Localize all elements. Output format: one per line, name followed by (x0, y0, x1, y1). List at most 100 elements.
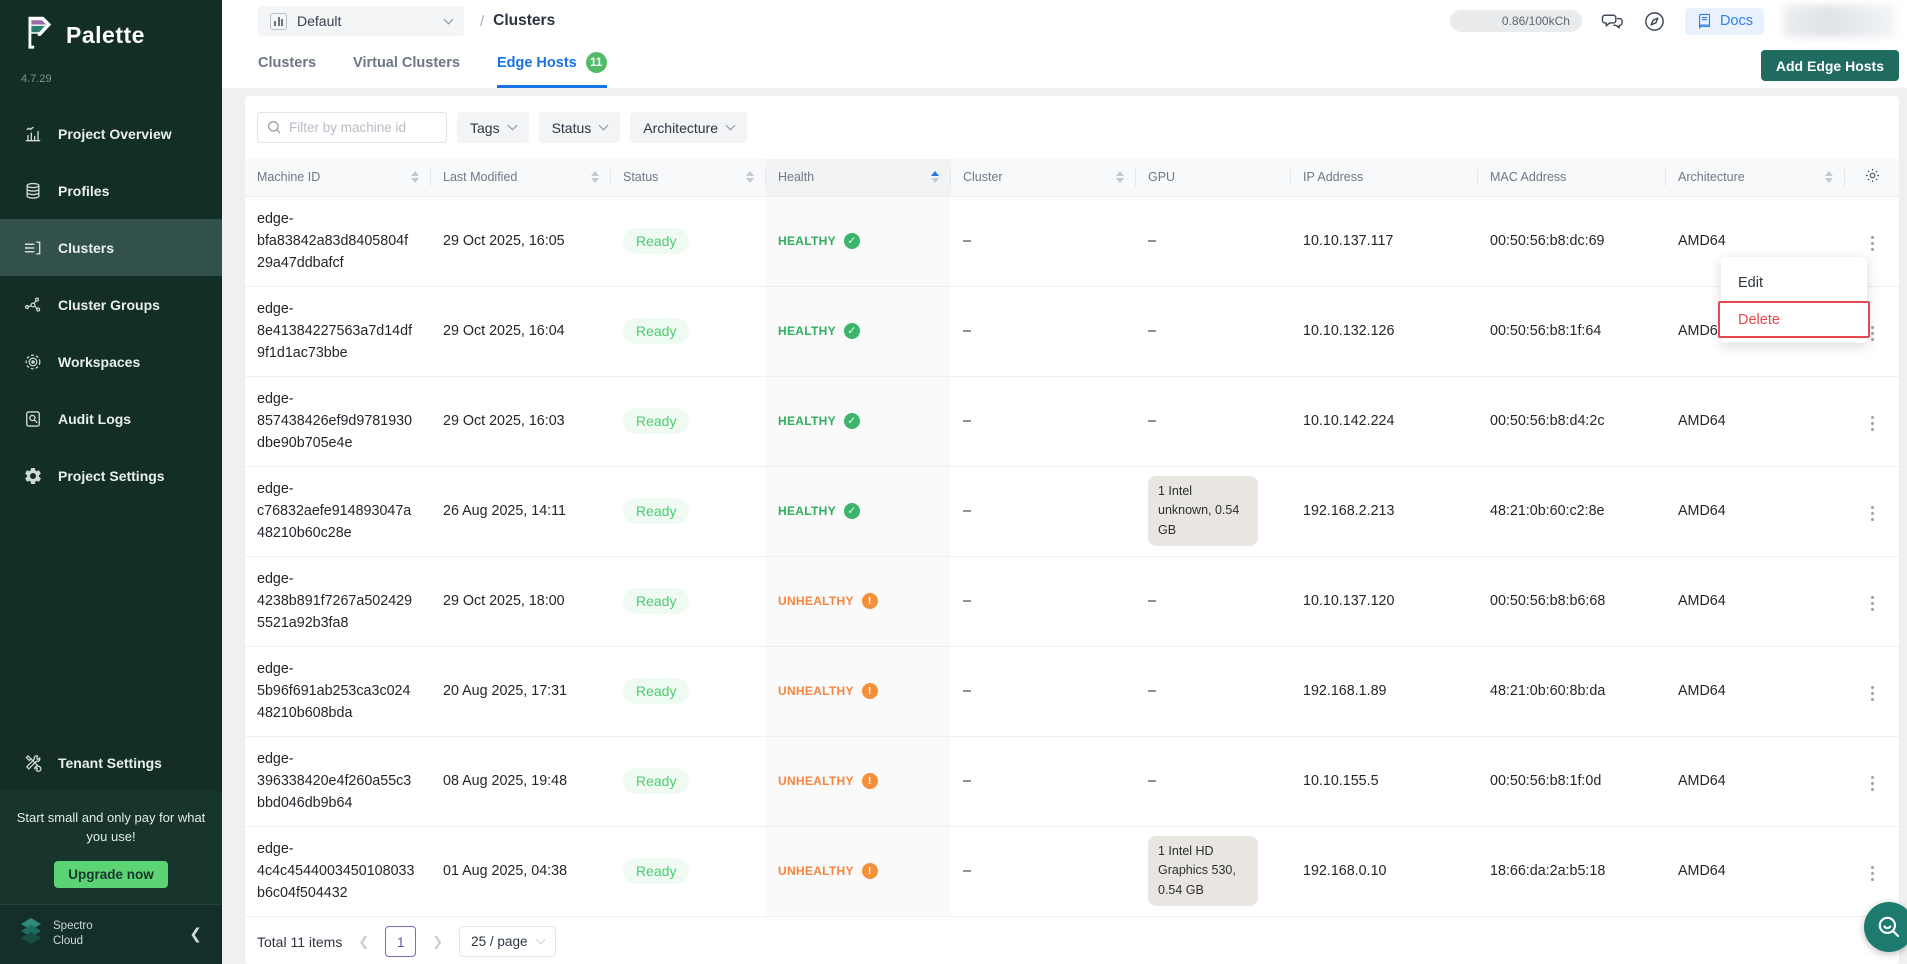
table-row[interactable]: edge-8e41384227563a7d14df9f1d1ac73bbe 29… (245, 286, 1899, 376)
edge-hosts-table: Machine ID Last Modified Status Health C… (245, 159, 1899, 917)
breadcrumb: / Clusters (480, 12, 555, 30)
tab-label: Clusters (258, 55, 316, 71)
last-modified: 29 Oct 2025, 18:00 (431, 556, 611, 646)
chat-bubbles-icon[interactable] (1601, 10, 1624, 33)
chevron-down-icon (507, 121, 517, 131)
sidebar-item-workspaces[interactable]: Workspaces (0, 333, 222, 390)
column-label: MAC Address (1490, 170, 1566, 184)
sidebar-item-project-overview[interactable]: Project Overview (0, 105, 222, 162)
check-circle-icon: ✓ (844, 233, 860, 249)
machine-id: edge-8e41384227563a7d14df9f1d1ac73bbe (257, 298, 415, 364)
table-row[interactable]: edge-857438426ef9d9781930dbe90b705e4e 29… (245, 376, 1899, 466)
sidebar-item-cluster-groups[interactable]: Cluster Groups (0, 276, 222, 333)
context-menu-item-delete[interactable]: Delete (1718, 301, 1870, 338)
column-header-health[interactable]: Health (766, 159, 951, 196)
column-header-ip-address: IP Address (1291, 159, 1478, 196)
machine-id-filter-input[interactable] (257, 112, 447, 143)
mac-address: 48:21:0b:60:8b:da (1478, 646, 1666, 736)
status-filter-dropdown[interactable]: Status (539, 112, 621, 143)
row-actions-menu-icon[interactable] (1867, 412, 1878, 435)
sort-carets-icon[interactable] (591, 171, 599, 183)
add-edge-hosts-button[interactable]: Add Edge Hosts (1761, 50, 1899, 81)
sort-carets-icon[interactable] (1116, 171, 1124, 183)
table-row[interactable]: edge-396338420e4f260a55c3bbd046db9b64 08… (245, 736, 1899, 826)
column-header-status[interactable]: Status (611, 159, 766, 196)
tab-bar: Clusters Virtual Clusters Edge Hosts 11 … (222, 42, 1907, 89)
tab-clusters[interactable]: Clusters (258, 42, 316, 88)
tab-edge-hosts[interactable]: Edge Hosts 11 (497, 42, 607, 88)
check-circle-icon: ✓ (844, 503, 860, 519)
column-header-machine-id[interactable]: Machine ID (245, 159, 431, 196)
compass-icon[interactable] (1643, 10, 1666, 33)
status-badge: Ready (623, 318, 689, 344)
row-actions-menu-icon[interactable] (1867, 682, 1878, 705)
brand-name: SpectroCloud (53, 919, 176, 948)
column-header-gpu: GPU (1136, 159, 1291, 196)
architecture: AMD64 (1666, 376, 1845, 466)
health-label: UNHEALTHY (778, 864, 854, 878)
gpu-value: – (1148, 413, 1156, 429)
sidebar-item-clusters[interactable]: Clusters (0, 219, 222, 276)
mac-address: 48:21:0b:60:c2:8e (1478, 466, 1666, 556)
table-row[interactable]: edge-5b96f691ab253ca3c02448210b608bda 20… (245, 646, 1899, 736)
sort-carets-icon[interactable] (1825, 171, 1833, 183)
ip-address: 10.10.155.5 (1291, 736, 1478, 826)
sidebar-item-profiles[interactable]: Profiles (0, 162, 222, 219)
docs-label: Docs (1720, 13, 1753, 29)
column-header-settings[interactable] (1845, 159, 1899, 196)
mac-address: 00:50:56:b8:d4:2c (1478, 376, 1666, 466)
sidebar-item-label: Audit Logs (58, 411, 131, 427)
last-modified: 29 Oct 2025, 16:04 (431, 286, 611, 376)
tags-filter-dropdown[interactable]: Tags (457, 112, 529, 143)
pagination-page-1[interactable]: 1 (385, 926, 416, 957)
health-badge: HEALTHY ✓ (778, 413, 939, 429)
health-badge: UNHEALTHY ! (778, 863, 939, 879)
project-selector[interactable]: Default (258, 6, 464, 36)
column-label: Architecture (1678, 170, 1745, 184)
project-selector-value: Default (297, 13, 435, 29)
row-actions-menu-icon[interactable] (1867, 772, 1878, 795)
project-chart-icon (270, 13, 287, 30)
column-header-cluster[interactable]: Cluster (951, 159, 1136, 196)
table-row[interactable]: edge-4c4c4544003450108033b6c04f504432 01… (245, 826, 1899, 916)
table-settings-gear-icon[interactable] (1864, 167, 1881, 184)
promo-text: Start small and only pay for what you us… (14, 809, 208, 847)
pagination-next-button[interactable]: ❯ (430, 934, 445, 950)
docs-link[interactable]: Docs (1685, 8, 1764, 35)
architecture: AMD64 (1666, 826, 1845, 916)
row-actions-menu-icon[interactable] (1867, 232, 1878, 255)
upgrade-now-button[interactable]: Upgrade now (54, 861, 168, 888)
page-size-select[interactable]: 25 / page (459, 926, 556, 957)
tab-virtual-clusters[interactable]: Virtual Clusters (353, 42, 460, 88)
context-menu-item-edit[interactable]: Edit (1721, 264, 1867, 301)
sidebar-item-audit-logs[interactable]: Audit Logs (0, 390, 222, 447)
tab-label: Virtual Clusters (353, 55, 460, 71)
column-header-last-modified[interactable]: Last Modified (431, 159, 611, 196)
user-menu-blurred[interactable] (1783, 5, 1895, 37)
sidebar-collapse-button[interactable]: ❮ (185, 923, 206, 945)
architecture-filter-dropdown[interactable]: Architecture (630, 112, 747, 143)
machine-id: edge-c76832aefe914893047a48210b60c28e (257, 478, 415, 544)
sidebar-item-tenant-settings[interactable]: Tenant Settings (0, 734, 222, 791)
sort-carets-icon[interactable] (931, 171, 939, 183)
row-actions-menu-icon[interactable] (1867, 592, 1878, 615)
gpu-tag: 1 Intel unknown, 0.54 GB (1148, 476, 1258, 546)
column-label: Cluster (963, 170, 1003, 184)
sort-carets-icon[interactable] (411, 171, 419, 183)
health-badge: HEALTHY ✓ (778, 233, 939, 249)
sidebar-item-project-settings[interactable]: Project Settings (0, 447, 222, 504)
machine-id: edge-396338420e4f260a55c3bbd046db9b64 (257, 748, 415, 814)
table-row[interactable]: edge-bfa83842a83d8405804f29a47ddbafcf 29… (245, 196, 1899, 286)
row-actions-menu-icon[interactable] (1867, 502, 1878, 525)
help-chat-launcher[interactable] (1864, 902, 1907, 952)
table-row[interactable]: edge-c76832aefe914893047a48210b60c28e 26… (245, 466, 1899, 556)
gpu-value: – (1148, 233, 1156, 249)
exclamation-circle-icon: ! (862, 683, 878, 699)
column-header-architecture[interactable]: Architecture (1666, 159, 1845, 196)
sort-carets-icon[interactable] (746, 171, 754, 183)
pagination-prev-button[interactable]: ❮ (356, 934, 371, 950)
mac-address: 00:50:56:b8:dc:69 (1478, 196, 1666, 286)
health-badge: HEALTHY ✓ (778, 323, 939, 339)
row-actions-menu-icon[interactable] (1867, 862, 1878, 885)
table-row[interactable]: edge-4238b891f7267a5024295521a92b3fa8 29… (245, 556, 1899, 646)
